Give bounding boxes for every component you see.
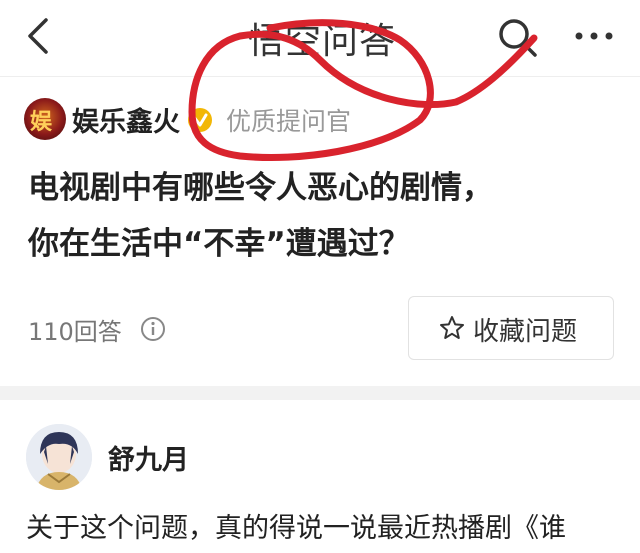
answer-count: 110回答 [28,318,122,346]
question-line-1: 电视剧中有哪些令人恶心的剧情， [28,170,493,206]
asker-avatar[interactable]: 娱 [24,98,66,140]
answer-snippet[interactable]: 关于这个问题，真的得说一说最近热播剧《谁 [26,506,626,545]
more-dots-icon[interactable] [574,30,614,42]
answerer-avatar[interactable] [26,424,92,490]
red-scribble-annotation [188,19,538,161]
top-bar: 悟空问答 [0,0,640,76]
asker-name[interactable]: 娱乐鑫火 [72,100,180,139]
asker-row[interactable]: 娱 娱乐鑫火 优质提问官 [0,96,640,144]
asker-title: 优质提问官 [226,107,352,136]
chevron-left-icon[interactable] [22,16,56,56]
collect-question-label: 收藏问题 [473,317,578,347]
search-icon[interactable] [496,16,538,58]
collect-question-button[interactable]: 收藏问题 [408,296,614,360]
question-title: 电视剧中有哪些令人恶心的剧情， 你在生活中“不幸”遭遇过？ [28,160,628,272]
app-title: 悟空问答 [248,21,397,62]
answerer-name[interactable]: 舒九月 [108,438,189,477]
star-icon [440,316,464,339]
section-divider [0,386,640,400]
info-icon[interactable] [140,316,166,342]
anime-avatar-illustration [26,424,92,490]
verified-v-badge-icon [188,108,212,132]
question-line-2: 你在生活中“不幸”遭遇过？ [28,226,410,262]
header-divider [0,76,640,77]
asker-avatar-text: 娱 [30,110,53,135]
